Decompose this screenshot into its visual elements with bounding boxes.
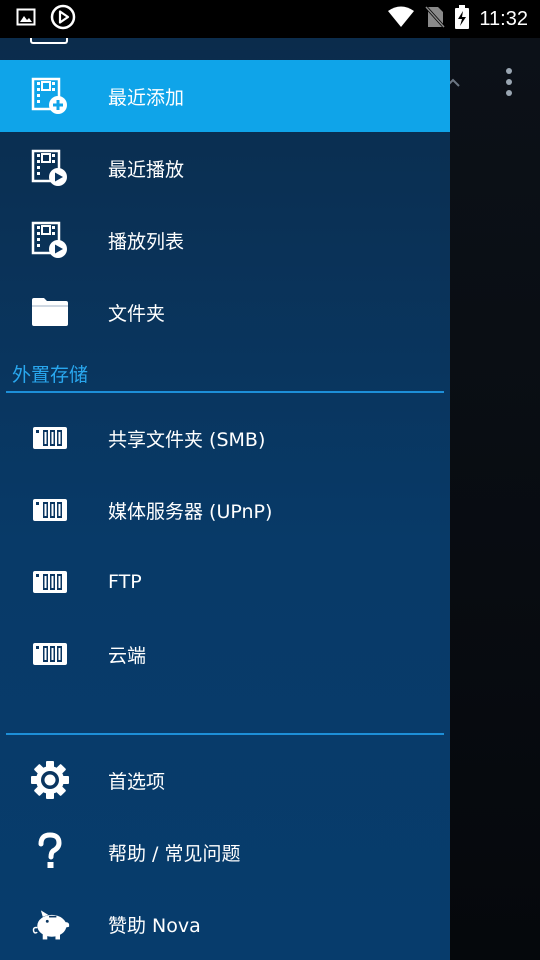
section-header-external-storage: 外置存储 bbox=[12, 364, 89, 386]
drawer-item-upnp[interactable]: 媒体服务器 (UPnP) bbox=[0, 474, 450, 546]
status-bar: 11:32 bbox=[0, 0, 540, 38]
nas-icon bbox=[30, 488, 70, 532]
drawer-item-recently-added[interactable]: 最近添加 bbox=[0, 60, 450, 132]
overflow-menu-icon[interactable] bbox=[506, 68, 512, 96]
piggy-bank-icon bbox=[30, 902, 70, 946]
nas-icon bbox=[30, 416, 70, 460]
drawer-item-recently-played[interactable]: 最近播放 bbox=[0, 132, 450, 204]
drawer-item-cloud[interactable]: 云端 bbox=[0, 618, 450, 690]
folder-icon bbox=[30, 290, 70, 334]
section-divider bbox=[6, 733, 444, 735]
no-sim-icon bbox=[425, 5, 446, 33]
drawer-item-label: 云端 bbox=[108, 644, 147, 667]
help-icon bbox=[30, 830, 70, 874]
image-icon bbox=[16, 7, 36, 31]
drawer-item-label: 赞助 Nova bbox=[108, 914, 201, 937]
section-divider bbox=[6, 391, 444, 393]
film-add-icon bbox=[30, 74, 70, 118]
gear-icon bbox=[30, 758, 70, 802]
drawer-item-playlists[interactable]: 播放列表 bbox=[0, 204, 450, 276]
drawer-item-smb[interactable]: 共享文件夹 (SMB) bbox=[0, 402, 450, 474]
navigation-drawer: 最近添加 最近播放 播放列表 文件夹 外置存储 共享文件夹 (SMB) 媒体服务… bbox=[0, 38, 450, 960]
drawer-item-folders[interactable]: 文件夹 bbox=[0, 276, 450, 348]
play-circle-icon bbox=[50, 4, 76, 34]
drawer-item-label: 最近播放 bbox=[108, 158, 185, 181]
drawer-item-label: 共享文件夹 (SMB) bbox=[108, 428, 266, 451]
drawer-item-label: FTP bbox=[108, 571, 142, 593]
drawer-item-label: 帮助 / 常见问题 bbox=[108, 842, 241, 865]
scrim-content[interactable] bbox=[446, 38, 540, 960]
nas-icon bbox=[30, 560, 70, 604]
battery-charging-icon bbox=[455, 5, 470, 33]
drawer-item-ftp[interactable]: FTP bbox=[0, 546, 450, 618]
drawer-item-sponsor[interactable]: 赞助 Nova bbox=[0, 888, 450, 960]
clock: 11:32 bbox=[479, 7, 528, 30]
drawer-item-help-faq[interactable]: 帮助 / 常见问题 bbox=[0, 816, 450, 888]
drawer-item-preferences[interactable]: 首选项 bbox=[0, 744, 450, 816]
drawer-header-icon-edge bbox=[30, 38, 68, 44]
wifi-icon bbox=[387, 6, 415, 32]
drawer-item-label: 播放列表 bbox=[108, 230, 185, 253]
film-playlist-icon bbox=[30, 218, 70, 262]
drawer-item-label: 首选项 bbox=[108, 770, 166, 793]
drawer-item-label: 文件夹 bbox=[108, 302, 166, 325]
drawer-item-label: 最近添加 bbox=[108, 86, 185, 109]
drawer-item-label: 媒体服务器 (UPnP) bbox=[108, 500, 273, 523]
nas-icon bbox=[30, 632, 70, 676]
film-play-icon bbox=[30, 146, 70, 190]
